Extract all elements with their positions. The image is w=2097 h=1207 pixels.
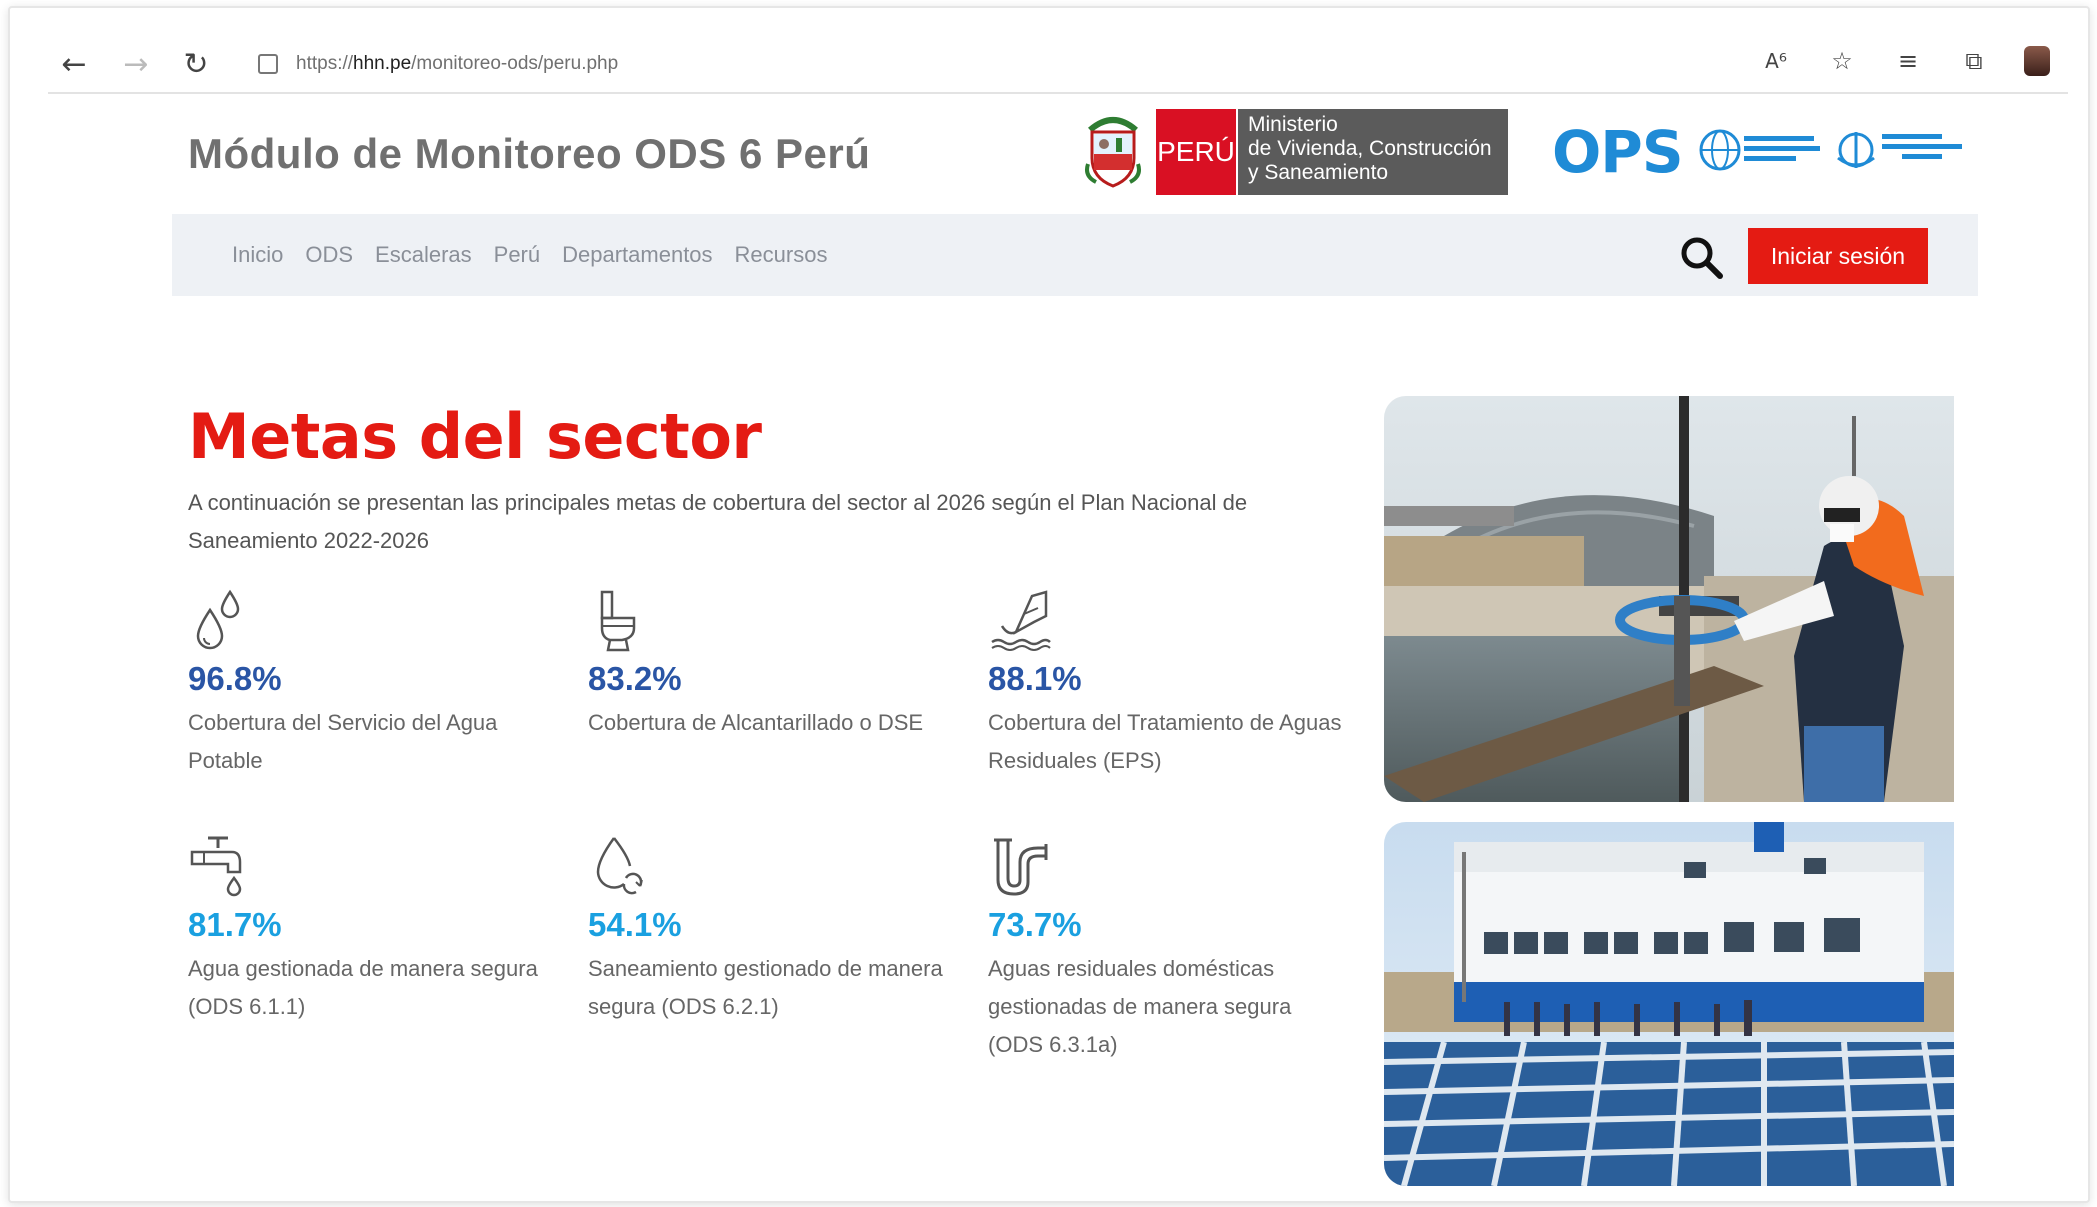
page-info-icon[interactable] xyxy=(258,54,278,74)
nav-link-departamentos[interactable]: Departamentos xyxy=(562,242,712,268)
nav-link-recursos[interactable]: Recursos xyxy=(735,242,828,268)
url-path: /monitoreo-ods/peru.php xyxy=(411,53,619,74)
stat-label: Cobertura del Servicio del Agua Potable xyxy=(188,710,498,773)
intro-text: A continuación se presentan las principa… xyxy=(188,490,1248,553)
pipe-icon xyxy=(994,838,1048,896)
url-scheme: https:// xyxy=(296,53,354,74)
stat-value: 96.8% xyxy=(188,660,282,697)
nav-links: Inicio ODS Escaleras Perú Departamentos … xyxy=(232,242,827,268)
profile-avatar[interactable] xyxy=(2024,46,2050,76)
favorites-icon[interactable]: ≡ xyxy=(1892,47,1924,75)
nav-link-escaleras[interactable]: Escaleras xyxy=(375,242,472,268)
stat-label: Saneamiento gestionado de manera segura … xyxy=(588,956,943,1019)
stat-label: Cobertura del Tratamiento de Aguas Resid… xyxy=(988,710,1342,773)
stat-value: 81.7% xyxy=(188,906,282,943)
discharge-pipe-icon xyxy=(991,590,1051,651)
ops-wordmark: OPS xyxy=(1552,118,1684,186)
page-title: Metas del sector xyxy=(188,400,762,473)
stat-value: 83.2% xyxy=(588,660,682,697)
nav-link-inicio[interactable]: Inicio xyxy=(232,242,283,268)
who-name-lettering xyxy=(1882,134,1962,159)
ministry-line: y Saneamiento xyxy=(1248,161,1389,184)
stat-label: Agua gestionada de manera segura (ODS 6.… xyxy=(188,956,538,1019)
reload-icon[interactable]: ↻ xyxy=(178,46,214,82)
stat-card: 54.1% Saneamiento gestionado de manera s… xyxy=(588,834,948,1026)
read-aloud-icon[interactable]: A⁶ xyxy=(1760,49,1792,73)
add-favorite-icon[interactable]: ☆ xyxy=(1826,47,1858,75)
address-bar[interactable]: https://hhn.pe/monitoreo-ods/peru.php xyxy=(258,48,618,80)
browser-toolbar: ← → ↻ https://hhn.pe/monitoreo-ods/peru.… xyxy=(48,36,2068,94)
water-plant-worker-photo xyxy=(1384,396,1954,802)
login-button[interactable]: Iniciar sesión xyxy=(1748,228,1928,284)
site-title[interactable]: Módulo de Monitoreo ODS 6 Perú xyxy=(188,130,870,178)
stat-card: 88.1% Cobertura del Tratamiento de Aguas… xyxy=(988,588,1348,780)
collections-icon[interactable]: ⧉ xyxy=(1958,47,1990,75)
stat-card: 83.2% Cobertura de Alcantarillado o DSE xyxy=(588,588,948,742)
forward-arrow-icon[interactable]: → xyxy=(118,46,154,82)
who-emblem-icon xyxy=(1837,132,1875,168)
paho-name-lettering xyxy=(1744,136,1820,161)
stat-value: 54.1% xyxy=(588,906,682,943)
ops-logo: OPS xyxy=(1550,118,1970,188)
stat-card: 73.7% Aguas residuales domésticas gestio… xyxy=(988,834,1348,1064)
search-icon[interactable] xyxy=(1678,234,1724,280)
back-arrow-icon[interactable]: ← xyxy=(56,46,92,82)
ministry-line: Ministerio xyxy=(1248,113,1338,136)
toolbar-icons: A⁶ ☆ ≡ ⧉ xyxy=(1760,46,2050,76)
faucet-icon xyxy=(190,836,242,897)
ministry-brand-box: Ministerio de Vivienda, Construcción y S… xyxy=(1238,109,1508,195)
toilet-icon xyxy=(600,590,636,652)
ministry-line: de Vivienda, Construcción xyxy=(1248,137,1492,160)
stat-value: 88.1% xyxy=(988,660,1082,697)
treatment-plant-photo xyxy=(1384,822,1954,1186)
water-drops-icon xyxy=(196,589,240,650)
nav-link-ods[interactable]: ODS xyxy=(305,242,353,268)
stat-label: Cobertura de Alcantarillado o DSE xyxy=(588,710,924,735)
paho-globe-icon xyxy=(1699,129,1741,171)
nav-link-peru[interactable]: Perú xyxy=(494,242,540,268)
peru-brand-box: PERÚ xyxy=(1156,109,1236,195)
url-host: hhn.pe xyxy=(353,53,412,74)
stat-card: 96.8% Cobertura del Servicio del Agua Po… xyxy=(188,588,548,780)
peru-coat-of-arms-icon xyxy=(1085,117,1141,188)
browser-window: ← → ↻ https://hhn.pe/monitoreo-ods/peru.… xyxy=(8,6,2090,1203)
recycle-drop-icon xyxy=(596,837,643,895)
stat-label: Aguas residuales domésticas gestionadas … xyxy=(988,956,1292,1057)
stat-card: 81.7% Agua gestionada de manera segura (… xyxy=(188,834,548,1026)
main-navbar: Inicio ODS Escaleras Perú Departamentos … xyxy=(172,214,1978,296)
stat-value: 73.7% xyxy=(988,906,1082,943)
